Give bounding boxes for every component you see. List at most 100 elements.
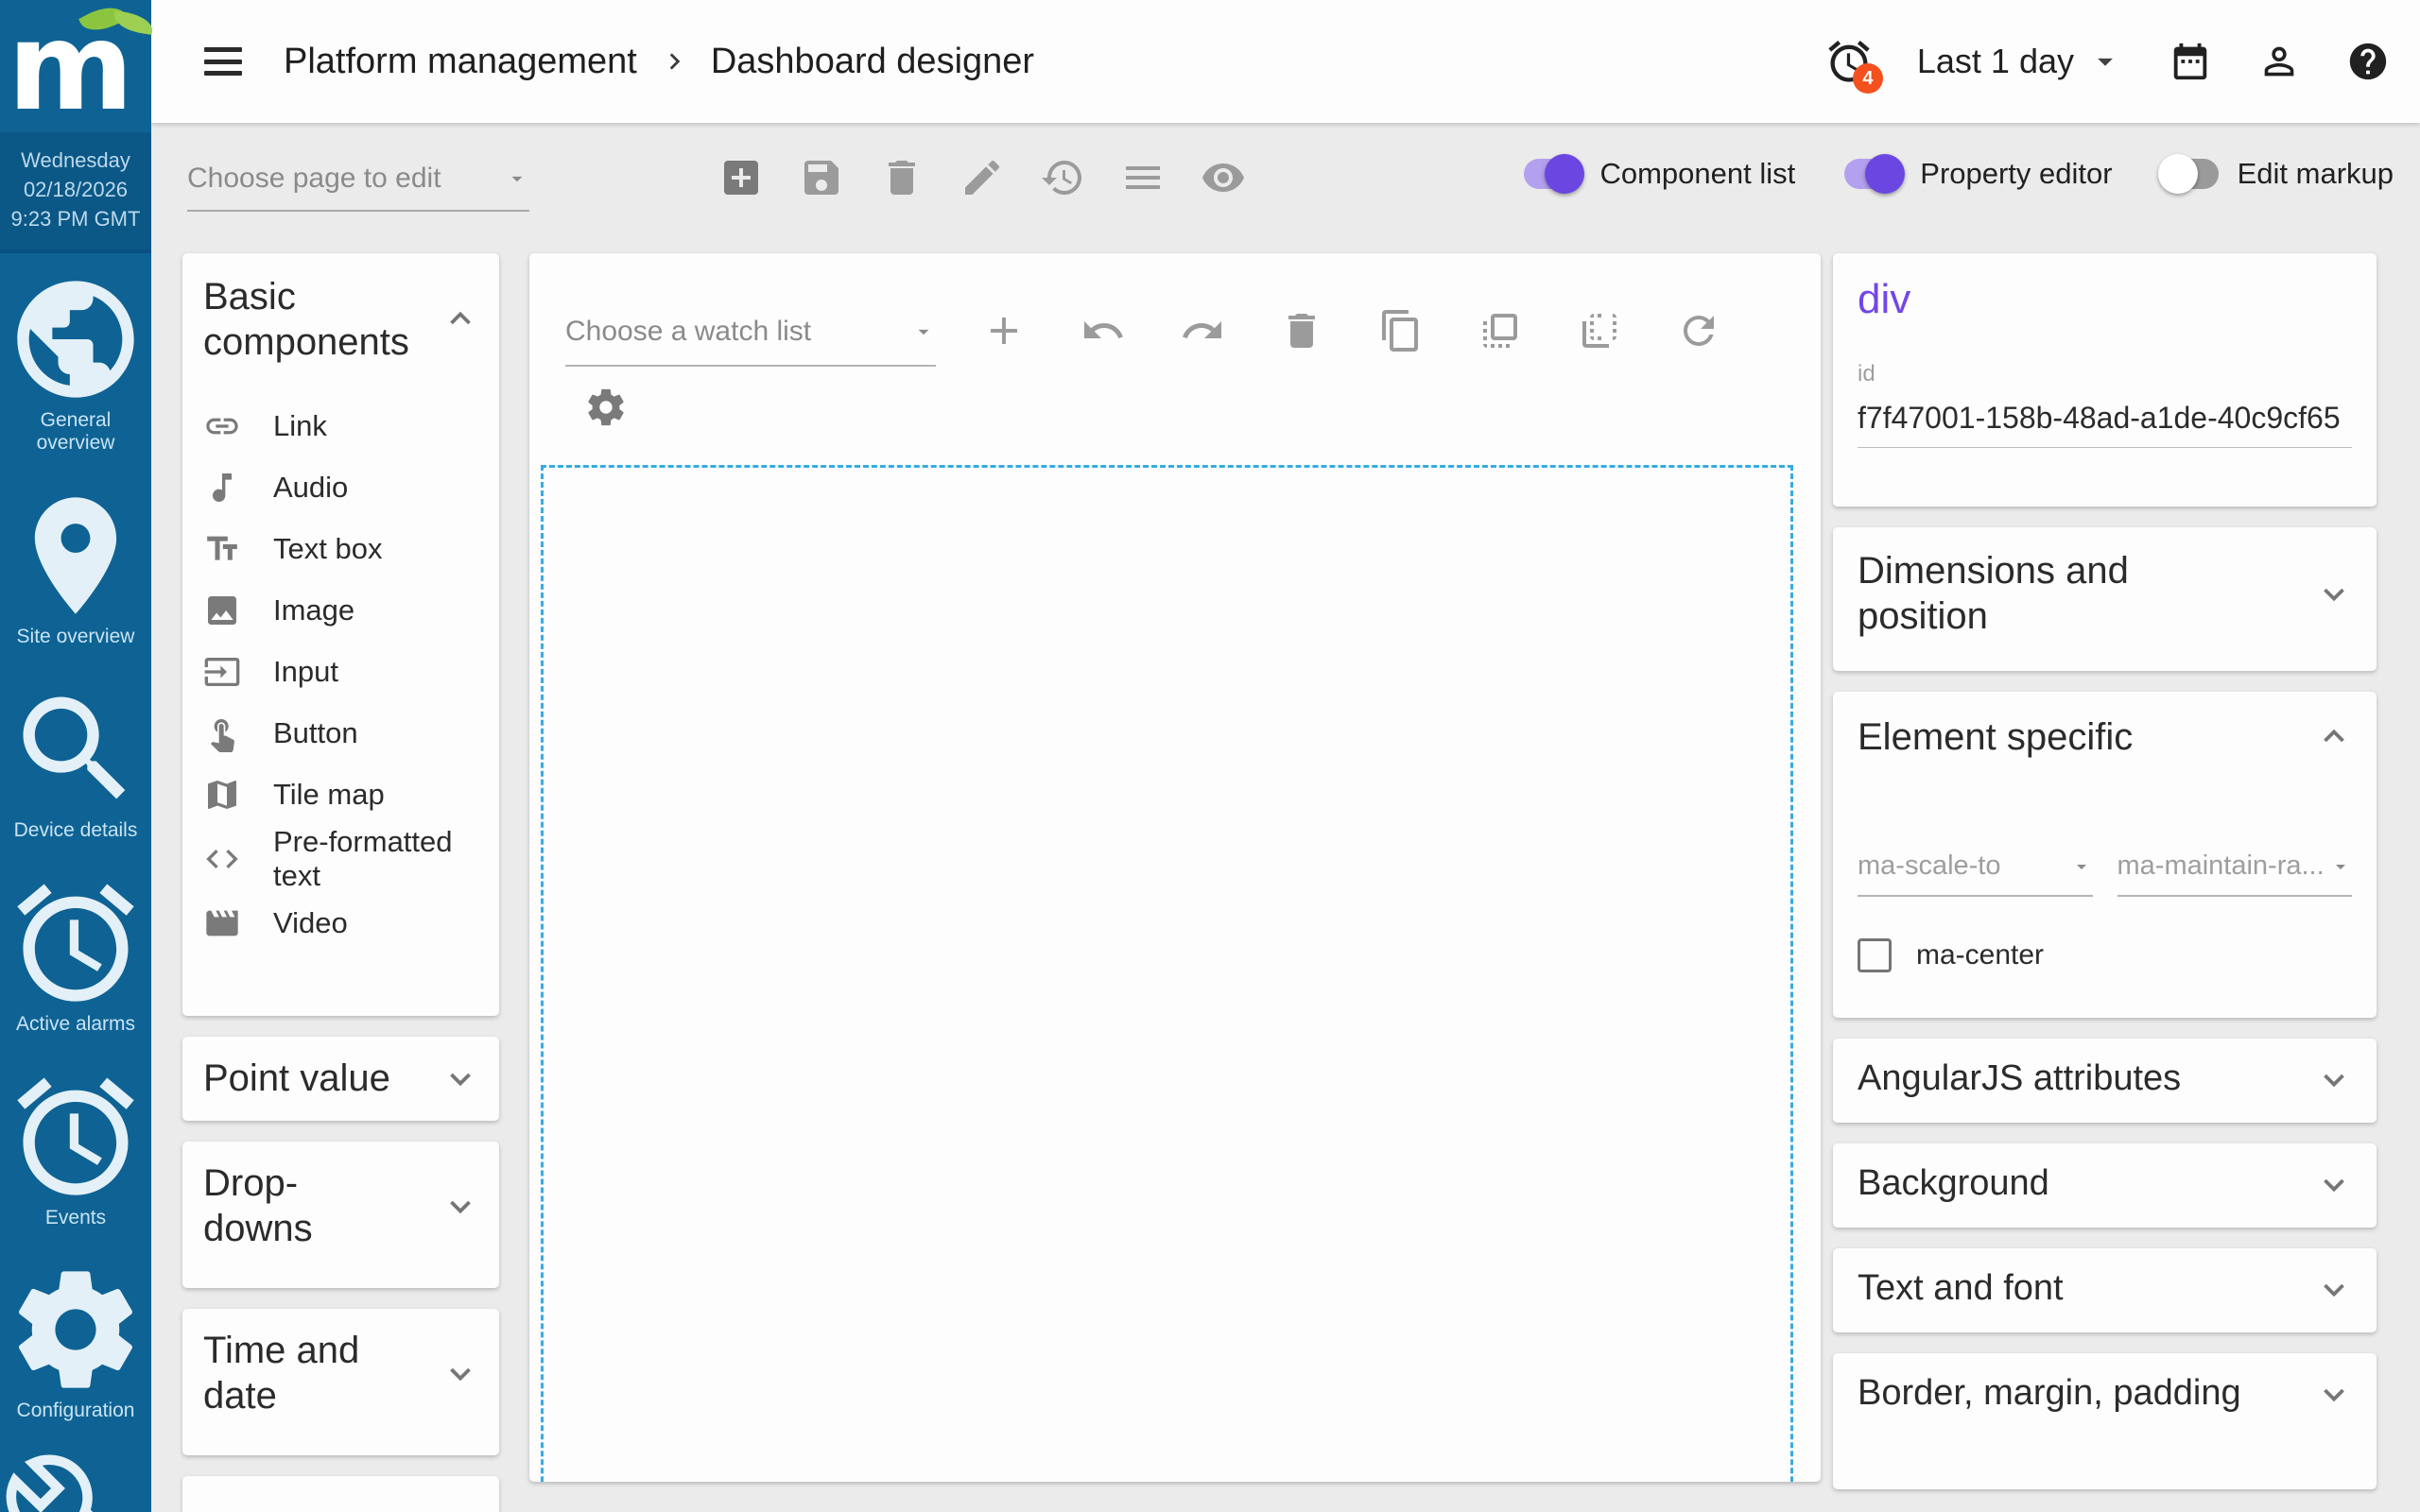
chevron-down-icon[interactable] — [2087, 43, 2123, 79]
chevron-down-icon — [2316, 1376, 2352, 1412]
component-button[interactable]: Button — [203, 702, 478, 764]
point-value-section: Point value — [182, 1037, 499, 1121]
watch-list-select[interactable]: Choose a watch list — [565, 316, 936, 367]
sidebar-item-general-overview[interactable]: General overview — [0, 253, 151, 471]
breadcrumb-platform-management[interactable]: Platform management — [284, 42, 637, 82]
dropdown-caret-icon — [911, 319, 936, 344]
copy-button[interactable] — [1378, 308, 1424, 353]
dimensions-position-header[interactable]: Dimensions and position — [1858, 548, 2352, 639]
sidebar-item-events[interactable]: Events — [0, 1051, 151, 1245]
delete-page-button[interactable] — [879, 155, 925, 200]
delete-selection-button[interactable] — [1279, 308, 1324, 353]
sidebar-datetime: Wednesday 02/18/2026 9:23 PM GMT — [0, 132, 151, 253]
sidebar-item-configuration[interactable]: Configuration — [0, 1244, 151, 1437]
section-title: Time and date — [203, 1328, 392, 1418]
mango-logo[interactable]: m — [0, 0, 151, 132]
component-link[interactable]: Link — [203, 395, 478, 456]
undo-button[interactable] — [1080, 308, 1126, 353]
send-to-back-button[interactable] — [1577, 308, 1622, 353]
bring-to-front-button[interactable] — [1478, 308, 1523, 353]
component-input[interactable]: Input — [203, 641, 478, 702]
page-to-edit-select[interactable]: Choose page to edit — [187, 163, 529, 212]
menu-list-button[interactable] — [1120, 155, 1166, 200]
sidebar-item-site-overview[interactable]: Site overview — [0, 470, 151, 663]
breadcrumb-dashboard-designer[interactable]: Dashboard designer — [711, 42, 1034, 82]
page-select-placeholder: Choose page to edit — [187, 163, 441, 195]
music-note-icon — [203, 469, 241, 507]
redo-button[interactable] — [1180, 308, 1225, 353]
next-section-cutoff[interactable] — [182, 1476, 499, 1512]
breadcrumb: Platform management Dashboard designer — [284, 42, 1034, 82]
code-icon — [203, 840, 241, 878]
sidebar-item-administration[interactable]: Administration — [0, 1437, 151, 1512]
section-title: Border, margin, padding — [1858, 1372, 2241, 1416]
select-value: ma-scale-to — [1858, 850, 2001, 882]
save-page-button[interactable] — [799, 155, 844, 200]
dropdown-caret-icon — [505, 166, 529, 191]
dropdown-caret-icon — [2329, 855, 2352, 878]
checkbox-icon[interactable] — [1858, 938, 1892, 972]
basic-components-header[interactable]: Basic components — [203, 274, 478, 365]
drop-downs-section: Drop-downs — [182, 1142, 499, 1288]
component-text-box[interactable]: Text box — [203, 518, 478, 579]
history-button[interactable] — [1040, 155, 1085, 200]
element-specific-header[interactable]: Element specific — [1858, 714, 2352, 760]
map-icon — [203, 776, 241, 814]
watch-list-placeholder: Choose a watch list — [565, 316, 811, 348]
component-label: Input — [273, 655, 338, 689]
active-alarms-button[interactable]: 4 — [1824, 37, 1874, 86]
ma-maintain-ratio-select[interactable]: ma-maintain-ra... — [2118, 850, 2353, 897]
background-header[interactable]: Background — [1858, 1162, 2352, 1206]
add-component-button[interactable] — [981, 308, 1027, 353]
border-margin-padding-header[interactable]: Border, margin, padding — [1858, 1372, 2352, 1416]
wrench-icon — [6, 1453, 146, 1512]
text-and-font-header[interactable]: Text and font — [1858, 1267, 2352, 1311]
background-section: Background — [1833, 1143, 2377, 1228]
edit-page-button[interactable] — [959, 155, 1005, 200]
sidebar-item-active-alarms[interactable]: Active alarms — [0, 857, 151, 1051]
input-icon — [203, 653, 241, 691]
component-image[interactable]: Image — [203, 579, 478, 641]
section-title: Background — [1858, 1162, 2049, 1206]
selected-element-card: div id — [1833, 253, 2377, 507]
property-editor-toggle[interactable]: Property editor — [1844, 157, 2112, 191]
component-pre-formatted-text[interactable]: Pre-formatted text — [203, 825, 478, 892]
component-video[interactable]: Video — [203, 892, 478, 954]
edit-markup-toggle[interactable]: Edit markup — [2162, 157, 2394, 191]
refresh-button[interactable] — [1676, 308, 1721, 353]
top-app-bar: Platform management Dashboard designer 4… — [151, 0, 2420, 123]
menu-toggle-icon[interactable] — [204, 47, 242, 76]
component-label: Tile map — [273, 778, 385, 812]
drop-downs-header[interactable]: Drop-downs — [203, 1160, 478, 1251]
chevron-up-icon — [442, 301, 478, 337]
alarm-clock-icon — [6, 873, 146, 1013]
point-value-header[interactable]: Point value — [203, 1056, 478, 1101]
preview-eye-button[interactable] — [1201, 155, 1246, 200]
component-audio[interactable]: Audio — [203, 456, 478, 518]
help-icon[interactable] — [2346, 40, 2390, 83]
add-page-button[interactable] — [718, 155, 764, 200]
ma-scale-to-select[interactable]: ma-scale-to — [1858, 850, 2093, 897]
id-field-input[interactable] — [1858, 395, 2352, 448]
angularjs-attributes-header[interactable]: AngularJS attributes — [1858, 1057, 2352, 1101]
canvas-settings-gear-button[interactable] — [584, 386, 628, 429]
chevron-down-icon — [2316, 1061, 2352, 1097]
component-label: Link — [273, 409, 327, 443]
ma-center-checkbox-row[interactable]: ma-center — [1858, 938, 2352, 972]
time-range-select[interactable]: Last 1 day — [1917, 42, 2074, 81]
canvas-actions — [981, 308, 1721, 353]
element-specific-section: Element specific ma-scale-to ma-maintain… — [1833, 692, 2377, 1018]
component-list-toggle[interactable]: Component list — [1524, 157, 1795, 191]
selected-div-outline[interactable] — [541, 465, 1793, 1482]
user-icon[interactable] — [2257, 40, 2301, 83]
date-weekday: Wednesday — [6, 146, 146, 175]
sidebar-item-device-details[interactable]: Device details — [0, 663, 151, 857]
calendar-icon[interactable] — [2169, 40, 2212, 83]
chevron-down-icon — [442, 1355, 478, 1391]
component-tile-map[interactable]: Tile map — [203, 764, 478, 825]
component-label: Pre-formatted text — [273, 825, 472, 892]
globe-icon — [6, 269, 146, 409]
section-title: Point value — [203, 1056, 390, 1101]
section-title: AngularJS attributes — [1858, 1057, 2181, 1101]
time-and-date-header[interactable]: Time and date — [203, 1328, 478, 1418]
